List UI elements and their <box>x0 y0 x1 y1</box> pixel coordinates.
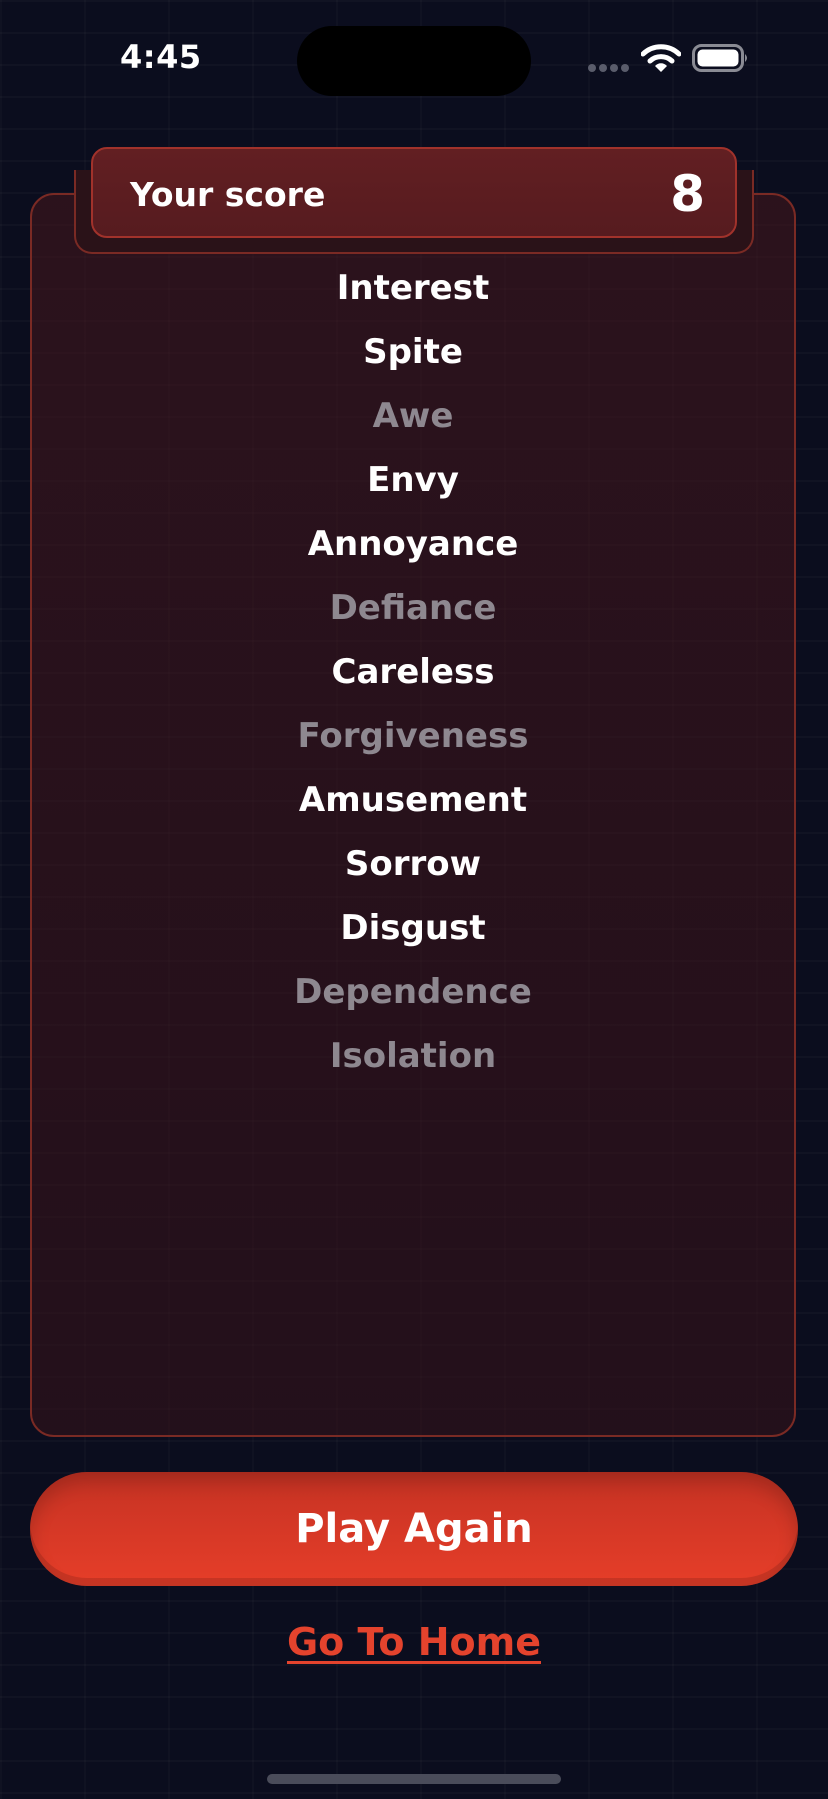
list-item: Disgust <box>340 908 486 948</box>
list-item: Sorrow <box>344 844 482 884</box>
list-item: Dependence <box>294 972 532 1012</box>
battery-icon <box>692 44 747 72</box>
list-item: Awe <box>372 396 454 436</box>
word-list: Interest Spite Awe Envy Annoyance Defian… <box>30 256 796 1088</box>
score-label: Your score <box>130 175 326 214</box>
list-item: Amusement <box>298 780 528 820</box>
list-item: Isolation <box>329 1036 497 1076</box>
home-indicator[interactable] <box>267 1774 561 1784</box>
cellular-signal-icon <box>588 64 629 74</box>
score-value: 8 <box>670 165 705 223</box>
list-item: Interest <box>336 268 490 308</box>
status-time: 4:45 <box>120 38 202 76</box>
list-item: Spite <box>363 332 463 372</box>
list-item: Forgiveness <box>297 716 529 756</box>
score-header: Your score 8 <box>91 147 737 238</box>
go-to-home-link[interactable]: Go To Home <box>0 1620 828 1664</box>
list-item: Careless <box>331 652 495 692</box>
list-item: Defiance <box>329 588 497 628</box>
status-bar: 4:45 <box>0 0 828 110</box>
list-item: Envy <box>367 460 459 500</box>
dynamic-island <box>297 26 531 96</box>
list-item: Annoyance <box>307 524 519 564</box>
play-again-button[interactable]: Play Again <box>30 1472 798 1586</box>
wifi-icon <box>641 44 681 72</box>
